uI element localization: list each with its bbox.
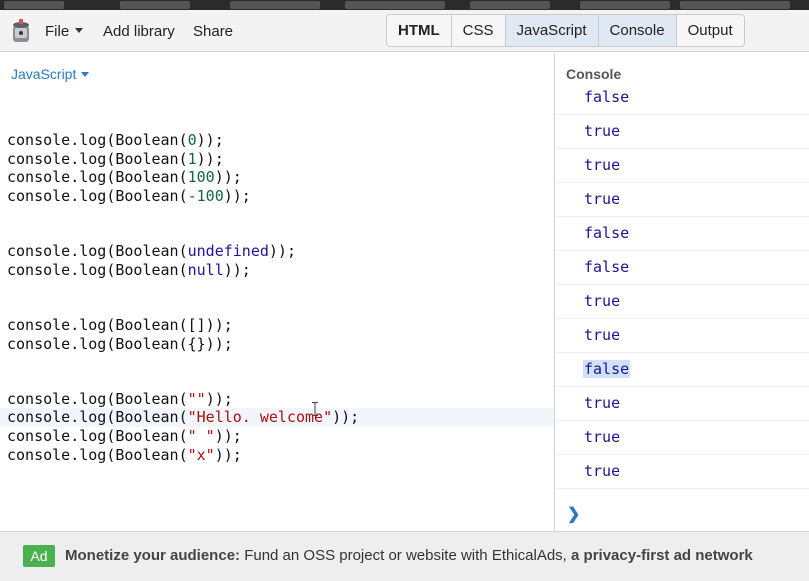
app-toolbar: File Add library Share HTML CSS JavaScri… xyxy=(0,10,809,52)
code-line[interactable]: console.log(Boolean(null)); xyxy=(7,261,251,280)
code-token: )); xyxy=(223,187,251,205)
code-token: )); xyxy=(268,242,296,260)
console-prompt-icon[interactable]: ❯ xyxy=(567,504,580,524)
console-output-row: false xyxy=(556,217,809,251)
console-output-value: true xyxy=(584,156,621,174)
tab-javascript[interactable]: JavaScript xyxy=(505,15,599,46)
code-token: )); xyxy=(223,261,251,279)
chevron-down-icon xyxy=(81,72,90,77)
code-token: "x" xyxy=(187,446,215,464)
code-token: console.log(Boolean( xyxy=(7,408,188,426)
console-output-value: true xyxy=(584,122,621,140)
code-token: console.log(Boolean( xyxy=(7,446,188,464)
code-line[interactable]: console.log(Boolean(100)); xyxy=(7,168,242,187)
code-token: console.log(Boolean( xyxy=(7,150,188,168)
ad-emphasis: a privacy-first ad network xyxy=(571,547,753,564)
console-output-value: true xyxy=(584,428,621,446)
language-selector[interactable]: JavaScript xyxy=(11,66,90,82)
panel-tabs: HTML CSS JavaScript Console Output xyxy=(386,14,745,47)
code-token: 1 xyxy=(187,150,197,168)
code-line[interactable]: console.log(Boolean(1)); xyxy=(7,150,224,169)
console-output-row: false xyxy=(556,81,809,115)
chevron-down-icon xyxy=(75,28,84,33)
code-token: console.log(Boolean( xyxy=(7,427,188,445)
console-output-row: true xyxy=(556,387,809,421)
code-token: console.log(Boolean( xyxy=(7,168,188,186)
code-token: )); xyxy=(196,150,224,168)
file-menu-label: File xyxy=(45,23,70,40)
tab-output[interactable]: Output xyxy=(677,15,744,46)
ad-body: Fund an OSS project or website with Ethi… xyxy=(240,547,572,564)
browser-bookmarks-bar xyxy=(0,0,809,10)
console-output-value: false xyxy=(584,224,630,242)
code-line[interactable]: console.log(Boolean("")); xyxy=(7,390,233,409)
code-line[interactable]: console.log(Boolean(undefined)); xyxy=(7,242,296,261)
code-token: console.log(Boolean([])); xyxy=(7,316,233,334)
code-line[interactable]: console.log(Boolean({})); xyxy=(7,335,233,354)
code-token: 100 xyxy=(187,168,215,186)
console-output-value: true xyxy=(584,190,621,208)
code-token: "Hello. welcome" xyxy=(187,408,333,426)
tab-html[interactable]: HTML xyxy=(387,15,452,46)
code-token: null xyxy=(187,261,224,279)
console-output-row: true xyxy=(556,115,809,149)
language-label: JavaScript xyxy=(11,66,77,82)
code-token: console.log(Boolean( xyxy=(7,131,188,149)
console-output-row: true xyxy=(556,285,809,319)
console-output-row: true xyxy=(556,183,809,217)
tab-console[interactable]: Console xyxy=(598,15,677,46)
code-token: console.log(Boolean( xyxy=(7,261,188,279)
code-line[interactable]: console.log(Boolean("x")); xyxy=(7,446,242,465)
console-output-row: true xyxy=(556,421,809,455)
ad-text[interactable]: Monetize your audience: Fund an OSS proj… xyxy=(65,547,753,564)
code-line[interactable]: console.log(Boolean("Hello. welcome")); xyxy=(0,408,554,427)
code-token: )); xyxy=(214,427,242,445)
code-token: )); xyxy=(332,408,360,426)
console-output-row: true xyxy=(556,149,809,183)
code-token: )); xyxy=(196,131,224,149)
console-output-value: true xyxy=(584,462,621,480)
code-token: undefined xyxy=(187,242,269,260)
console-output-value: false xyxy=(583,360,631,378)
console-panel[interactable]: Console false true true true false false true t… xyxy=(556,53,809,531)
code-token: console.log(Boolean( xyxy=(7,187,188,205)
jsbin-logo-icon[interactable] xyxy=(11,18,31,44)
code-token: console.log(Boolean( xyxy=(7,390,188,408)
code-token: )); xyxy=(214,446,242,464)
code-token: )); xyxy=(205,390,233,408)
ad-headline: Monetize your audience: xyxy=(65,547,241,564)
add-library-menu[interactable]: Add library xyxy=(103,23,175,40)
console-output-value: true xyxy=(584,292,621,310)
text-cursor-icon xyxy=(312,402,318,416)
code-line[interactable]: console.log(Boolean([])); xyxy=(7,316,233,335)
code-token: )); xyxy=(214,168,242,186)
code-token: console.log(Boolean({})); xyxy=(7,335,233,353)
console-title: Console xyxy=(566,66,622,82)
code-line[interactable]: console.log(Boolean(" ")); xyxy=(7,427,242,446)
code-token: " " xyxy=(187,427,215,445)
console-output-value: true xyxy=(584,326,621,344)
console-output-value: false xyxy=(584,258,630,276)
ad-badge: Ad xyxy=(23,545,55,567)
code-line[interactable]: console.log(Boolean(0)); xyxy=(7,131,224,150)
console-output-row: false xyxy=(556,353,809,387)
tab-css[interactable]: CSS xyxy=(452,15,506,46)
share-menu[interactable]: Share xyxy=(193,23,233,40)
console-output-row: false xyxy=(556,251,809,285)
code-line[interactable]: console.log(Boolean(-100)); xyxy=(7,187,251,206)
code-token: 0 xyxy=(187,131,197,149)
code-token: -100 xyxy=(187,187,224,205)
javascript-editor-panel[interactable]: JavaScript console.log(Boolean(0)); conso… xyxy=(0,53,555,531)
file-menu[interactable]: File xyxy=(45,23,84,40)
console-output-row: true xyxy=(556,319,809,353)
ad-banner[interactable]: Ad Monetize your audience: Fund an OSS p… xyxy=(0,531,809,581)
console-output-value: false xyxy=(584,88,630,106)
console-output-row: true xyxy=(556,455,809,489)
code-token: console.log(Boolean( xyxy=(7,242,188,260)
console-output-value: true xyxy=(584,394,621,412)
code-token: "" xyxy=(187,390,206,408)
